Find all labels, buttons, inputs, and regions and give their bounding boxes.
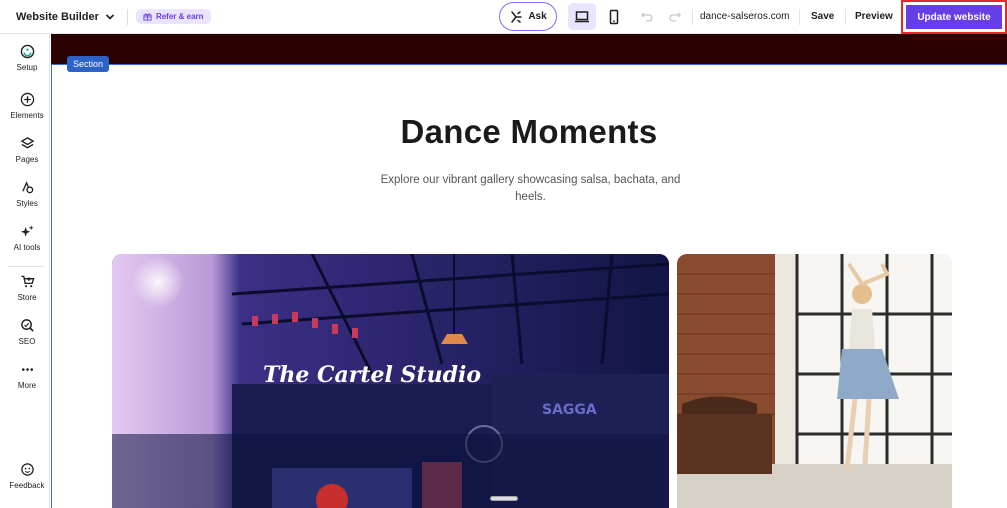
section-subtext[interactable]: Explore our vibrant gallery showcasing s… (365, 172, 696, 206)
website-builder-menu[interactable]: Website Builder (16, 11, 115, 23)
sidebar-item-seo[interactable]: SEO (0, 318, 54, 346)
cart-icon (20, 275, 34, 288)
ask-ai-button[interactable]: Ask (499, 2, 557, 31)
studio-photo-illustration: The Cartel Studio SAGGA (112, 254, 669, 508)
sidebar-item-label: Feedback (9, 481, 45, 490)
app-name: Website Builder (16, 10, 99, 23)
gallery-image-studio[interactable]: The Cartel Studio SAGGA (112, 254, 669, 508)
svg-text:SAGGA: SAGGA (542, 402, 597, 418)
plus-circle-icon (20, 92, 34, 107)
sidebar-item-store[interactable]: Store (0, 274, 54, 302)
layers-icon (20, 137, 34, 149)
update-website-highlight: Update website (901, 0, 1007, 34)
gallery-slider-indicator[interactable] (490, 496, 518, 501)
sidebar-divider (8, 266, 44, 267)
mobile-view-button[interactable] (600, 3, 628, 30)
desktop-view-button[interactable] (568, 3, 596, 30)
sidebar-item-label: Store (17, 293, 37, 302)
sidebar-item-label: AI tools (13, 243, 41, 252)
gallery-image-dancer[interactable] (677, 254, 952, 508)
left-sidebar: Setup Elements Pages Styles AI tools Sto… (0, 34, 50, 508)
update-website-button[interactable]: Update website (906, 5, 1002, 29)
domain-name[interactable]: dance-salseros.com (700, 11, 789, 22)
styles-icon (21, 181, 33, 194)
sidebar-item-elements[interactable]: Elements (0, 92, 54, 120)
divider (126, 8, 128, 25)
sidebar-item-label: Styles (16, 199, 38, 208)
seo-icon (20, 319, 34, 332)
sidebar-item-pages[interactable]: Pages (0, 136, 54, 164)
sidebar-item-feedback[interactable]: Feedback (0, 462, 54, 490)
refer-earn-label: Refer & earn (155, 12, 204, 21)
sidebar-item-setup[interactable]: Setup (0, 44, 54, 72)
sidebar-item-more[interactable]: More (0, 362, 54, 390)
section-label-badge[interactable]: Section (67, 56, 110, 72)
gift-icon (143, 13, 152, 21)
sidebar-item-label: SEO (18, 337, 36, 346)
chevron-down-icon (105, 13, 115, 20)
sidebar-item-label: Setup (16, 63, 38, 72)
sparkle-icon (20, 225, 34, 237)
redo-icon[interactable] (668, 9, 682, 23)
sidebar-item-label: Pages (15, 155, 39, 164)
sidebar-item-ai-tools[interactable]: AI tools (0, 224, 54, 252)
ask-label: Ask (528, 11, 547, 22)
dancer-photo-illustration (677, 254, 952, 508)
header-section-strip[interactable] (51, 34, 1007, 64)
undo-icon[interactable] (640, 9, 654, 23)
divider (799, 9, 800, 25)
laptop-icon (575, 10, 589, 22)
setup-icon (20, 44, 34, 59)
neon-sign-text: The Cartel Studio (263, 362, 481, 388)
sidebar-item-styles[interactable]: Styles (0, 180, 54, 208)
refer-earn-button[interactable]: Refer & earn (135, 9, 211, 24)
save-button[interactable]: Save (811, 11, 834, 22)
preview-button[interactable]: Preview (855, 11, 893, 22)
more-icon (21, 368, 33, 371)
sidebar-item-label: Elements (10, 111, 44, 120)
feedback-icon (20, 463, 34, 476)
sidebar-item-label: More (17, 381, 37, 390)
divider (692, 9, 693, 25)
ai-sparkle-icon (511, 10, 523, 23)
divider (845, 9, 846, 25)
phone-icon (609, 9, 619, 24)
section-heading[interactable]: Dance Moments (51, 113, 1007, 151)
